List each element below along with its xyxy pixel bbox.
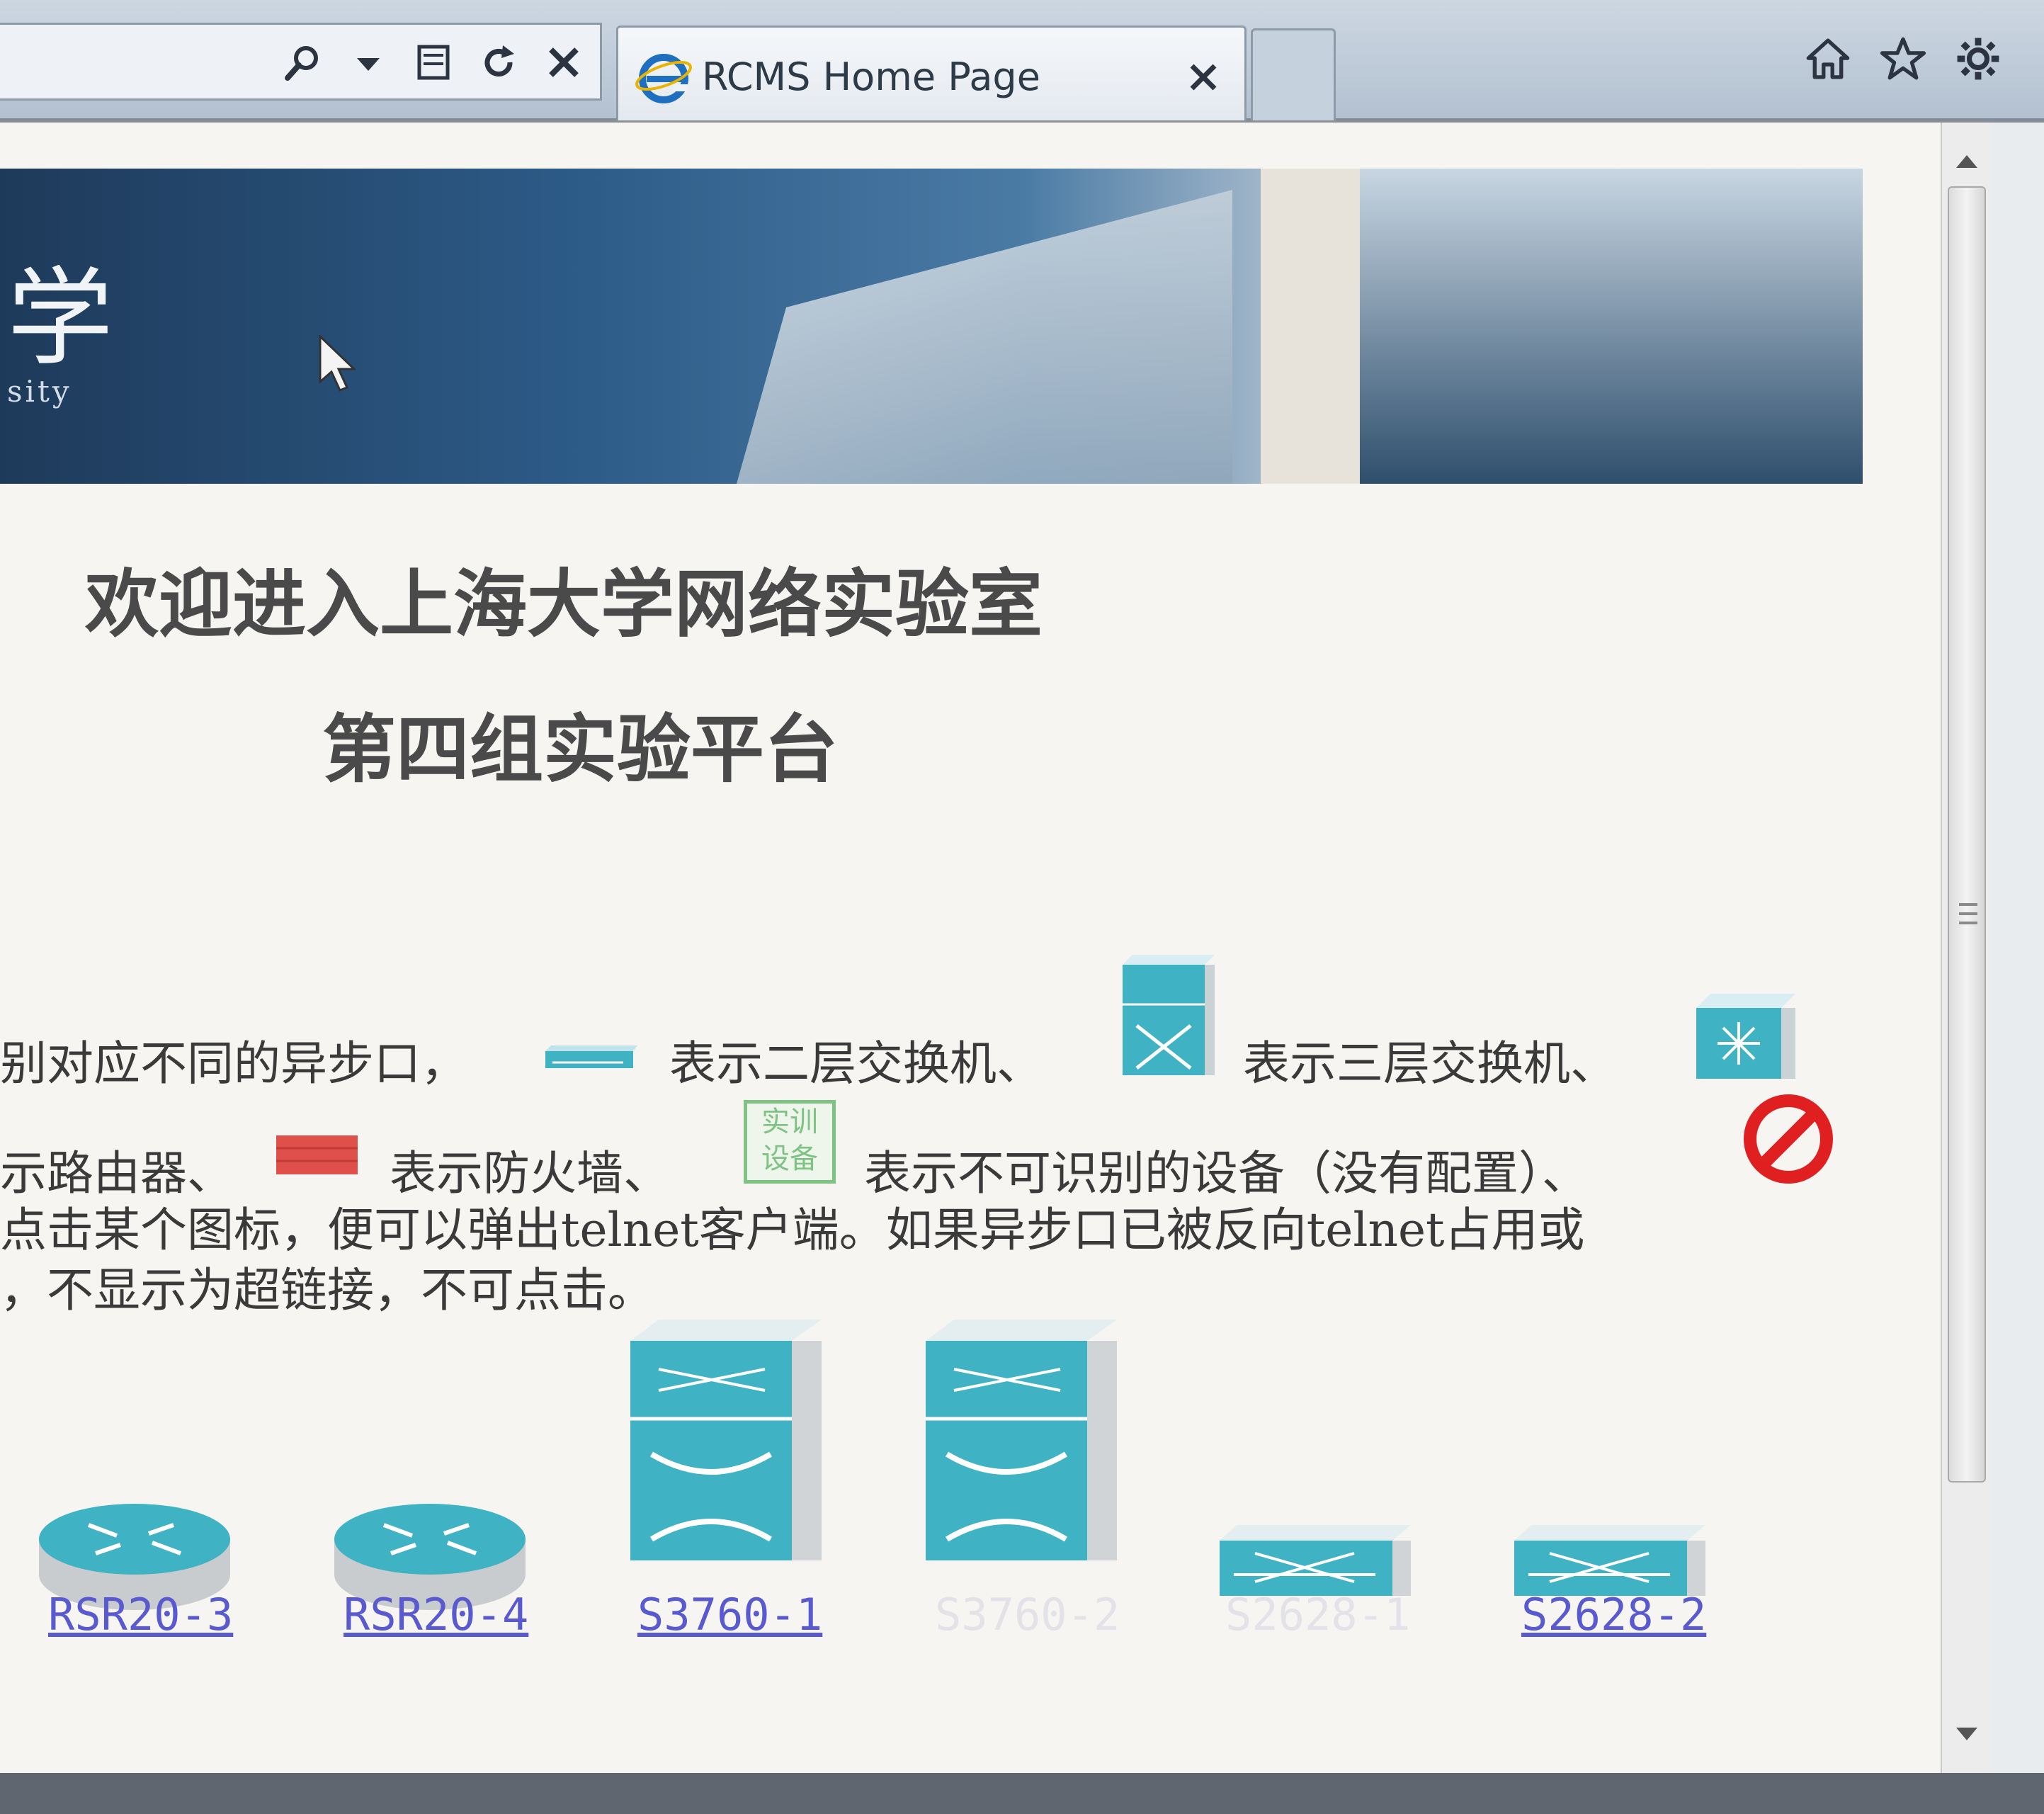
banner-building xyxy=(737,190,1232,484)
dropdown-icon[interactable] xyxy=(345,38,392,87)
firewall-legend-icon xyxy=(276,1135,358,1174)
page-title: 欢迎进入上海大学网络实验室 xyxy=(85,560,1043,647)
window-right-edge xyxy=(1990,123,2044,1773)
home-icon[interactable] xyxy=(1805,34,1851,84)
banner-divider xyxy=(1261,169,1360,484)
browser-chrome: RCMS Home Page xyxy=(0,0,2044,120)
page-subtitle: 第四组实验平台 xyxy=(322,705,839,793)
banner-photo xyxy=(1360,169,1863,484)
legend-line-3: 点击某个图标，便可以弹出telnet客户端。如果异步口已被反向telnet占用或 xyxy=(0,1203,1585,1257)
refresh-icon[interactable] xyxy=(475,38,522,87)
legend-l3switch: 表示三层交换机、 xyxy=(1243,1036,1617,1091)
favorites-star-icon[interactable] xyxy=(1880,34,1926,84)
device-s2628-2[interactable] xyxy=(1514,1369,1727,1723)
scroll-up-icon[interactable] xyxy=(1942,137,1992,186)
l2-switch-legend-icon xyxy=(545,1045,637,1068)
page-viewport: 学 sity 欢迎进入上海大学网络实验室 第四组实验平台 别对应不同的异步口， … xyxy=(0,123,1983,1773)
device-link-rsr20-3[interactable]: RSR20-3 xyxy=(48,1589,233,1640)
mouse-cursor-icon xyxy=(319,335,356,392)
tab-rcms-home[interactable]: RCMS Home Page xyxy=(616,25,1247,120)
close-tab-icon[interactable] xyxy=(1183,57,1223,97)
scrollbar-thumb[interactable] xyxy=(1948,186,1986,1483)
address-tools xyxy=(280,38,587,87)
vertical-scrollbar[interactable] xyxy=(1941,123,1990,1773)
address-bar[interactable] xyxy=(0,23,602,101)
legend-line-4: ，不显示为超链接，不可点击。 xyxy=(0,1263,654,1317)
device-label-s3760-2: S3760-2 xyxy=(935,1589,1120,1640)
l3-switch-icon xyxy=(630,1320,822,1560)
device-s2628-1 xyxy=(1220,1369,1432,1723)
l2-switch-icon xyxy=(1514,1525,1705,1596)
stop-icon[interactable] xyxy=(540,38,587,87)
legend-prefix: 别对应不同的异步口， xyxy=(0,1036,467,1091)
compat-icon[interactable] xyxy=(410,38,457,87)
new-tab-button[interactable] xyxy=(1251,28,1336,120)
device-link-rsr20-4[interactable]: RSR20-4 xyxy=(343,1589,528,1640)
browser-toolbar xyxy=(1805,34,2002,84)
forbidden-legend-icon xyxy=(1744,1094,1833,1184)
l2-switch-icon xyxy=(1220,1525,1411,1596)
search-icon[interactable] xyxy=(280,38,327,87)
ie-logo-icon xyxy=(635,54,692,103)
scroll-down-icon[interactable] xyxy=(1942,1709,1992,1759)
device-label-s2628-1: S2628-1 xyxy=(1225,1589,1411,1640)
window-bottom-edge xyxy=(0,1773,2044,1814)
device-link-s2628-2[interactable]: S2628-2 xyxy=(1521,1589,1706,1640)
scrollbar-grip xyxy=(1959,903,1977,924)
unknown-device-legend-icon: 实训 设备 xyxy=(744,1100,836,1184)
settings-gear-icon[interactable] xyxy=(1955,34,2002,84)
device-rsr20-3[interactable] xyxy=(39,1369,251,1723)
l3-switch-legend-icon xyxy=(1123,955,1215,1075)
device-rsr20-4[interactable] xyxy=(334,1369,547,1723)
header-banner: 学 sity xyxy=(0,169,1863,484)
university-logo-sub: sity xyxy=(7,374,72,409)
university-logo-char: 学 xyxy=(7,257,114,380)
l3-switch-multilayer-legend-icon xyxy=(1696,994,1795,1079)
tab-title: RCMS Home Page xyxy=(702,55,1040,99)
device-link-s3760-1[interactable]: S3760-1 xyxy=(637,1589,822,1640)
l3-switch-icon xyxy=(926,1320,1117,1560)
legend-l2switch: 表示二层交换机、 xyxy=(669,1036,1043,1091)
